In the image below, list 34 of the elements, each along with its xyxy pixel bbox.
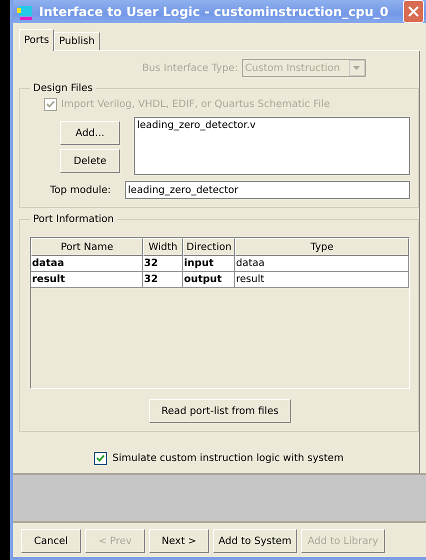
top-module-field[interactable]: leading_zero_detector [124, 181, 410, 199]
dropdown-arrow-icon [353, 66, 360, 70]
file-button[interactable]: Add... [60, 121, 120, 145]
column-header[interactable]: Type [235, 238, 409, 256]
dialog-button[interactable]: Next > [149, 529, 209, 553]
dialog-button[interactable]: Add to System [213, 529, 297, 553]
file-item[interactable]: leading_zero_detector.v [137, 120, 407, 131]
tab[interactable]: Ports [19, 29, 54, 51]
table-cell: dataa [31, 256, 143, 272]
dialog-button[interactable]: Cancel [21, 529, 81, 553]
checkbox-label: Simulate custom instruction logic with system [112, 453, 344, 464]
table-cell: output [183, 272, 235, 288]
tab[interactable]: Publish [54, 32, 100, 50]
checkbox[interactable] [94, 452, 108, 465]
table-cell: result [31, 272, 143, 288]
table-cell: result [235, 272, 409, 288]
file-button[interactable]: Delete [60, 149, 120, 173]
bus-interface-label: Bus Interface Type: [142, 62, 238, 74]
group-title: Port Information [32, 214, 115, 225]
checkbox-label: Import Verilog, VHDL, EDIF, or Quartus Schematic File [61, 99, 330, 110]
window-title: Interface to User Logic - custominstruction_cpu_0 [39, 4, 390, 19]
group-title: Design Files [32, 83, 94, 94]
table-cell: 32 [143, 256, 183, 272]
close-button[interactable] [403, 0, 424, 23]
file-list[interactable]: leading_zero_detector.v [134, 117, 410, 175]
read-port-list-button[interactable]: Read port-list from files [149, 399, 291, 423]
close-icon [408, 6, 419, 17]
table-cell: 32 [143, 272, 183, 288]
table-cell: dataa [235, 256, 409, 272]
column-header[interactable]: Port Name [31, 238, 143, 256]
column-header[interactable]: Width [143, 238, 183, 256]
column-header[interactable]: Direction [183, 238, 235, 256]
top-module-label: Top module: [50, 184, 111, 196]
table-cell: input [183, 256, 235, 272]
